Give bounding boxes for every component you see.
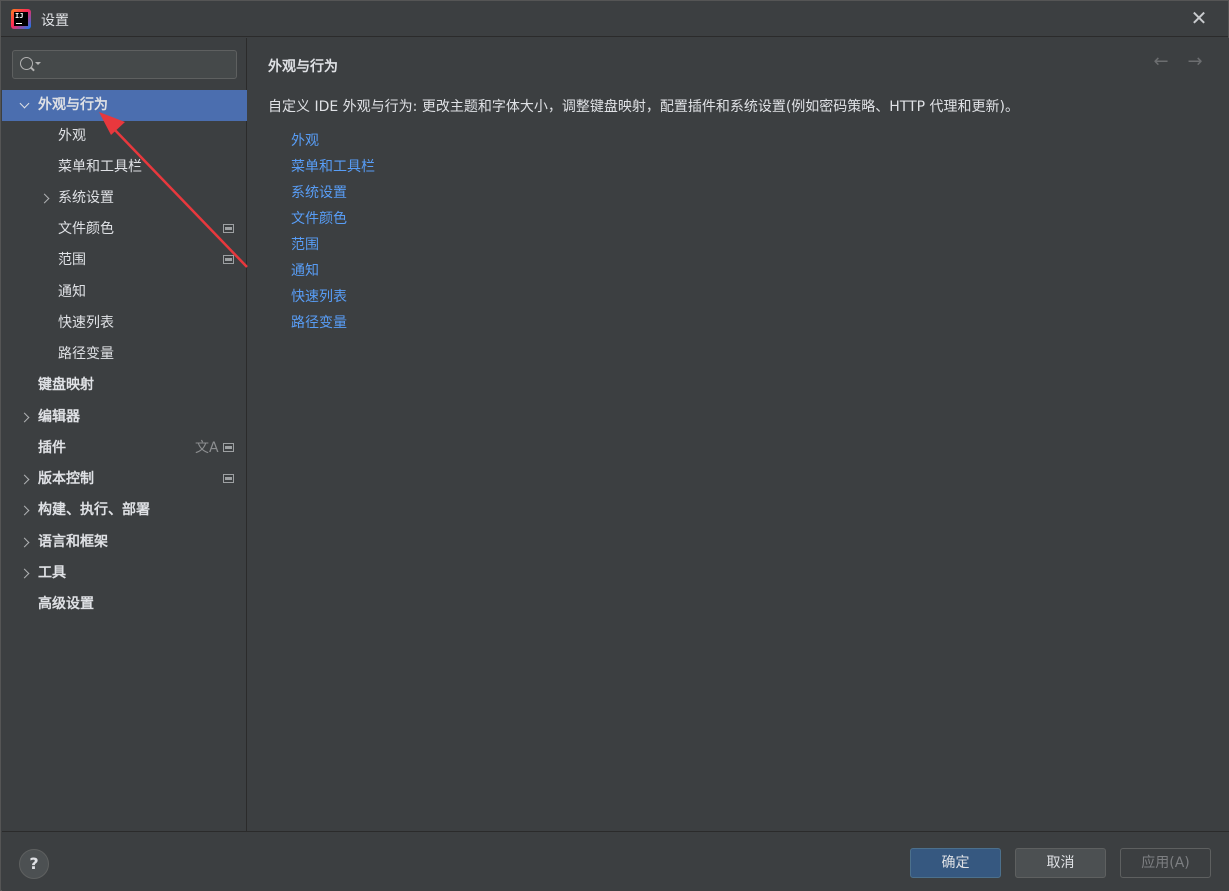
link-quick-lists[interactable]: 快速列表 [291, 284, 375, 310]
chevron-right-icon[interactable] [18, 558, 32, 589]
tree-item-scopes[interactable]: 范围 [2, 245, 247, 276]
tree-item-label: 系统设置 [58, 190, 114, 206]
tree-item-label: 键盘映射 [38, 377, 94, 393]
tree-item-plugins[interactable]: 插件 文A [2, 433, 247, 464]
tree-item-label: 编辑器 [38, 409, 80, 425]
search-input[interactable] [47, 55, 232, 75]
tree-item-label: 范围 [58, 252, 86, 268]
tree-item-quick-lists[interactable]: 快速列表 [2, 308, 247, 339]
settings-dialog: IJ 设置 ✕ 外观与行为 外观 菜单和工具栏 系统设置 文件颜色 范围 通知 … [0, 0, 1229, 891]
tree-item-notifications[interactable]: 通知 [2, 277, 247, 308]
arrow-left-icon[interactable]: ← [1151, 52, 1171, 72]
ok-button[interactable]: 确定 [910, 848, 1001, 878]
link-menus-toolbars[interactable]: 菜单和工具栏 [291, 154, 375, 180]
tree-item-label: 语言和框架 [38, 534, 108, 550]
link-scopes[interactable]: 范围 [291, 232, 375, 258]
link-appearance[interactable]: 外观 [291, 128, 375, 154]
tree-item-label: 文件颜色 [58, 221, 114, 237]
tree-item-advanced-settings[interactable]: 高级设置 [2, 589, 247, 620]
apply-button[interactable]: 应用(A) [1120, 848, 1211, 878]
tree-item-tools[interactable]: 工具 [2, 558, 247, 589]
link-file-colors[interactable]: 文件颜色 [291, 206, 375, 232]
settings-content-panel: 外观与行为 ← → 自定义 IDE 外观与行为: 更改主题和字体大小，调整键盘映… [248, 38, 1229, 831]
project-scope-icon [223, 443, 234, 452]
search-box[interactable] [12, 50, 237, 79]
tree-item-label: 路径变量 [58, 346, 114, 362]
chevron-down-icon[interactable] [18, 90, 32, 121]
tree-item-label: 菜单和工具栏 [58, 159, 142, 175]
tree-item-keymap[interactable]: 键盘映射 [2, 370, 247, 401]
tree-item-path-variables[interactable]: 路径变量 [2, 339, 247, 370]
tree-item-label: 通知 [58, 284, 86, 300]
chevron-right-icon[interactable] [38, 183, 52, 214]
tree-item-file-colors[interactable]: 文件颜色 [2, 214, 247, 245]
search-icon [20, 57, 33, 70]
tree-item-label: 快速列表 [58, 315, 114, 331]
link-notifications[interactable]: 通知 [291, 258, 375, 284]
tree-item-label: 构建、执行、部署 [38, 502, 150, 518]
subpage-links: 外观 菜单和工具栏 系统设置 文件颜色 范围 通知 快速列表 路径变量 [291, 128, 375, 336]
tree-item-label: 外观与行为 [38, 97, 108, 113]
tree-item-appearance-behavior[interactable]: 外观与行为 [2, 90, 247, 121]
chevron-right-icon[interactable] [18, 464, 32, 495]
link-system-settings[interactable]: 系统设置 [291, 180, 375, 206]
project-scope-icon [223, 224, 234, 233]
tree-item-appearance[interactable]: 外观 [2, 121, 247, 152]
tree-item-menus-toolbars[interactable]: 菜单和工具栏 [2, 152, 247, 183]
project-scope-icon [223, 474, 234, 483]
tree-item-languages-frameworks[interactable]: 语言和框架 [2, 527, 247, 558]
page-title: 外观与行为 [268, 59, 338, 75]
translate-icon: 文A [195, 440, 219, 456]
tree-item-label: 外观 [58, 128, 86, 144]
tree-item-build-execution-deployment[interactable]: 构建、执行、部署 [2, 495, 247, 526]
close-icon[interactable]: ✕ [1188, 7, 1210, 29]
project-scope-icon [223, 255, 234, 264]
cancel-button[interactable]: 取消 [1015, 848, 1106, 878]
chevron-right-icon[interactable] [18, 402, 32, 433]
intellij-idea-icon: IJ [11, 9, 31, 29]
tree-item-version-control[interactable]: 版本控制 [2, 464, 247, 495]
window-title: 设置 [41, 13, 69, 29]
tree-item-editor[interactable]: 编辑器 [2, 402, 247, 433]
title-bar: IJ 设置 ✕ [1, 1, 1228, 37]
link-path-variables[interactable]: 路径变量 [291, 310, 375, 336]
tree-item-label: 版本控制 [38, 471, 94, 487]
tree-item-label: 工具 [38, 565, 66, 581]
dialog-footer: ? 确定 取消 应用(A) [2, 831, 1229, 891]
page-description: 自定义 IDE 外观与行为: 更改主题和字体大小，调整键盘映射，配置插件和系统设… [268, 99, 1020, 115]
search-options-caret-icon[interactable] [35, 62, 41, 65]
chevron-right-icon[interactable] [18, 495, 32, 526]
arrow-right-icon[interactable]: → [1185, 52, 1205, 72]
settings-sidebar: 外观与行为 外观 菜单和工具栏 系统设置 文件颜色 范围 通知 快速列表 路径变… [2, 38, 247, 831]
tree-item-system-settings[interactable]: 系统设置 [2, 183, 247, 214]
tree-item-label: 高级设置 [38, 596, 94, 612]
help-button[interactable]: ? [19, 849, 49, 879]
tree-item-label: 插件 [38, 440, 66, 456]
chevron-right-icon[interactable] [18, 527, 32, 558]
